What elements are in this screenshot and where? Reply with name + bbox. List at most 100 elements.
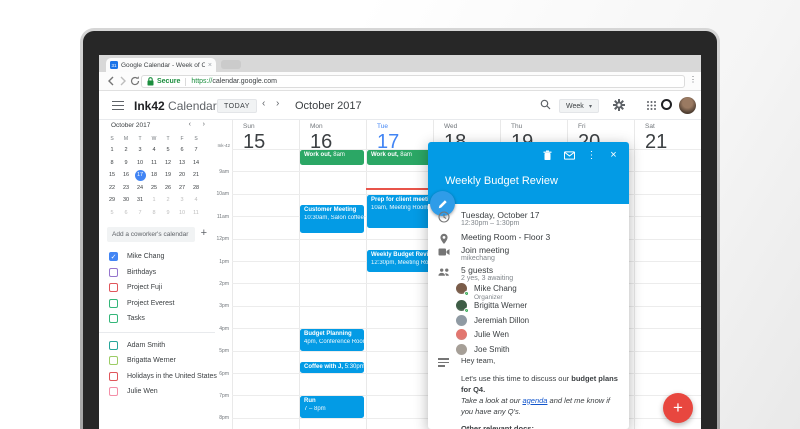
mini-calendar-day[interactable]: 22 xyxy=(105,182,119,195)
mini-calendar-day[interactable]: 10 xyxy=(175,207,189,220)
mini-calendar-day[interactable]: 3 xyxy=(175,194,189,207)
mini-calendar-day[interactable]: 11 xyxy=(189,207,203,220)
main-menu-icon[interactable] xyxy=(112,101,124,110)
mini-calendar-day[interactable]: 26 xyxy=(161,182,175,195)
search-icon[interactable] xyxy=(540,99,551,110)
mini-calendar-day[interactable]: 5 xyxy=(161,144,175,157)
prev-week-icon[interactable]: ‹ xyxy=(262,98,265,109)
calendar-checkbox[interactable] xyxy=(109,340,118,350)
mini-calendar-day[interactable]: 14 xyxy=(189,157,203,170)
forward-icon[interactable] xyxy=(117,75,129,87)
add-coworker-calendar-input[interactable]: Add a coworker's calendar xyxy=(107,227,195,242)
calendar-list-item[interactable]: Birthdays xyxy=(99,265,215,281)
guest-row[interactable]: Jeremiah Dillon xyxy=(456,314,529,326)
calendar-list-item[interactable]: Brigatta Werner xyxy=(99,353,215,369)
calendar-checkbox[interactable] xyxy=(109,283,118,293)
mini-calendar-day[interactable]: 16 xyxy=(119,169,133,182)
mini-calendar-day[interactable]: 3 xyxy=(133,144,147,157)
calendar-list-item[interactable]: Tasks xyxy=(99,311,215,327)
mini-calendar-day[interactable]: 6 xyxy=(119,207,133,220)
calendar-checkbox[interactable] xyxy=(109,298,118,308)
mini-calendar-day[interactable]: 23 xyxy=(119,182,133,195)
mini-calendar-day[interactable]: 31 xyxy=(133,194,147,207)
event-weekly-budget-review[interactable]: Weekly Budget Review 12:30pm, Meeting Roo… xyxy=(367,250,431,272)
mini-calendar-day[interactable]: 9 xyxy=(119,157,133,170)
mini-calendar-day[interactable]: 28 xyxy=(189,182,203,195)
mini-calendar-day[interactable]: 18 xyxy=(147,169,161,182)
mini-calendar-day[interactable]: 19 xyxy=(161,169,175,182)
calendar-checkbox[interactable] xyxy=(109,267,118,277)
mini-calendar-day[interactable]: 29 xyxy=(105,194,119,207)
mini-calendar-day[interactable]: 30 xyxy=(119,194,133,207)
mini-calendar-day[interactable]: 17 xyxy=(133,169,147,182)
mini-calendar-day[interactable]: 12 xyxy=(161,157,175,170)
calendar-list-item[interactable]: ✓ Mike Chang xyxy=(99,249,215,265)
mini-calendar-day[interactable]: 25 xyxy=(147,182,161,195)
tab-close-icon[interactable]: × xyxy=(208,62,212,69)
calendar-checkbox[interactable] xyxy=(109,371,118,381)
back-icon[interactable] xyxy=(105,75,117,87)
browser-menu-icon[interactable]: ⋮ xyxy=(689,76,697,84)
calendar-checkbox[interactable] xyxy=(109,314,118,324)
calendar-list-item[interactable]: Holidays in the United States xyxy=(99,369,217,385)
mini-calendar-day[interactable]: 1 xyxy=(147,194,161,207)
mini-calendar-day[interactable]: 4 xyxy=(189,194,203,207)
create-event-fab[interactable]: + xyxy=(663,393,693,423)
close-icon[interactable]: × xyxy=(608,150,619,161)
calendar-list-item[interactable]: Julie Wen xyxy=(99,384,215,400)
reload-icon[interactable] xyxy=(129,75,141,87)
event-prep-for-client-meeting[interactable]: Prep for client meeting 10am, Meeting Roo… xyxy=(367,195,431,228)
mini-calendar-day[interactable]: 27 xyxy=(175,182,189,195)
guest-row[interactable]: ✓ Brigitta Werner xyxy=(456,300,527,313)
mini-calendar-day[interactable]: 5 xyxy=(105,207,119,220)
agenda-link[interactable]: agenda xyxy=(522,396,547,405)
mini-calendar-day[interactable]: 15 xyxy=(105,169,119,182)
mini-calendar-day[interactable]: 13 xyxy=(175,157,189,170)
url-bar[interactable]: Secure https://calendar.google.com xyxy=(141,75,685,88)
settings-gear-icon[interactable] xyxy=(613,99,625,111)
calendar-checkbox[interactable] xyxy=(109,356,118,366)
mini-next-icon[interactable]: › xyxy=(203,121,205,128)
more-options-icon[interactable]: ⋮ xyxy=(586,150,597,161)
calendar-list-item[interactable]: Project Fuji xyxy=(99,280,215,296)
calendar-checkbox[interactable]: ✓ xyxy=(109,252,118,262)
mini-calendar-day[interactable]: 7 xyxy=(133,207,147,220)
guest-row[interactable]: Joe Smith xyxy=(456,343,510,355)
event-run[interactable]: Run 7 – 8pm xyxy=(300,396,364,418)
event-budget-planning[interactable]: Budget Planning 4pm, Conference Room xyxy=(300,329,364,351)
event-coffee-with-j[interactable]: Coffee with J, 5:30pm xyxy=(300,362,364,373)
event-customer-meeting[interactable]: Customer Meeting 10:30am, Salon coffee s xyxy=(300,205,364,233)
today-button[interactable]: TODAY xyxy=(217,99,257,113)
new-tab-button[interactable] xyxy=(221,60,241,69)
user-avatar[interactable] xyxy=(679,97,696,114)
mini-calendar-day[interactable]: 21 xyxy=(189,169,203,182)
add-calendar-plus-icon[interactable]: + xyxy=(201,227,207,239)
apps-grid-icon[interactable] xyxy=(647,101,649,103)
event-work-out[interactable]: Work out, 8am xyxy=(367,150,431,165)
mini-calendar-day[interactable]: 6 xyxy=(175,144,189,157)
event-work-out[interactable]: Work out, 8am xyxy=(300,150,364,165)
mini-calendar-day[interactable]: 8 xyxy=(147,207,161,220)
mini-calendar-day[interactable]: 9 xyxy=(161,207,175,220)
mini-calendar-day[interactable]: 24 xyxy=(133,182,147,195)
mini-calendar-day[interactable]: 11 xyxy=(147,157,161,170)
guest-row[interactable]: Julie Wen xyxy=(456,329,509,340)
calendar-list-item[interactable]: Adam Smith xyxy=(99,338,215,354)
account-ring-icon[interactable] xyxy=(661,99,672,110)
mini-calendar-day[interactable]: 7 xyxy=(189,144,203,157)
email-icon[interactable] xyxy=(564,150,575,161)
mini-calendar-day[interactable]: 1 xyxy=(105,144,119,157)
mini-calendar-day[interactable]: 20 xyxy=(175,169,189,182)
calendar-list-item[interactable]: Project Everest xyxy=(99,296,215,312)
view-selector-dropdown[interactable]: Week ▾ xyxy=(559,99,599,113)
calendar-checkbox[interactable] xyxy=(109,387,118,397)
delete-icon[interactable] xyxy=(542,150,553,161)
mini-calendar-day[interactable]: 2 xyxy=(119,144,133,157)
browser-tab[interactable]: 31 Google Calendar - Week of Oc × xyxy=(106,58,216,72)
mini-prev-icon[interactable]: ‹ xyxy=(189,121,191,128)
next-week-icon[interactable]: › xyxy=(276,98,279,109)
guest-row[interactable]: ✓ Mike Chang Organizer xyxy=(456,283,517,301)
mini-calendar-day[interactable]: 4 xyxy=(147,144,161,157)
mini-calendar-day[interactable]: 8 xyxy=(105,157,119,170)
mini-calendar-day[interactable]: 10 xyxy=(133,157,147,170)
